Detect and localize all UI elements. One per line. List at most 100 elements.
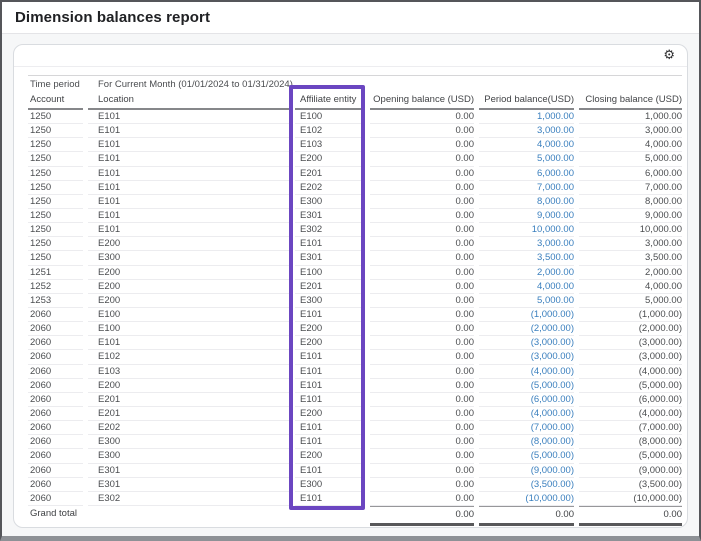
- column-header-account: Account: [28, 92, 83, 110]
- column-header-period-balance: Period balance(USD): [479, 92, 574, 110]
- account-cell: 1251: [28, 266, 83, 280]
- period-balance-link[interactable]: (8,000.00): [479, 435, 574, 449]
- account-cell: 2060: [28, 365, 83, 379]
- account-cell: 1250: [28, 223, 83, 237]
- affiliate-entity-cell: E200: [295, 449, 365, 463]
- affiliate-entity-cell: E200: [295, 407, 365, 421]
- opening-balance-cell: 0.00: [370, 124, 474, 138]
- table-row: 1250 E101 E301 0.00 9,000.00 9,000.00: [28, 209, 682, 223]
- gear-icon[interactable]: ⚙: [663, 47, 675, 63]
- opening-balance-cell: 0.00: [370, 393, 474, 407]
- opening-balance-cell: 0.00: [370, 181, 474, 195]
- table-row: 2060 E102 E101 0.00 (3,000.00) (3,000.00…: [28, 350, 682, 364]
- closing-balance-cell: (8,000.00): [579, 435, 682, 449]
- closing-balance-cell: 4,000.00: [579, 138, 682, 152]
- period-balance-link[interactable]: 5,000.00: [479, 294, 574, 308]
- period-balance-link[interactable]: 8,000.00: [479, 195, 574, 209]
- period-balance-link[interactable]: 3,000.00: [479, 124, 574, 138]
- period-balance-link[interactable]: 3,000.00: [479, 237, 574, 251]
- closing-balance-cell: 1,000.00: [579, 110, 682, 124]
- period-balance-link[interactable]: (3,000.00): [479, 350, 574, 364]
- closing-balance-cell: 8,000.00: [579, 195, 682, 209]
- account-cell: 1250: [28, 237, 83, 251]
- affiliate-entity-cell: E100: [295, 110, 365, 124]
- period-balance-link[interactable]: 7,000.00: [479, 181, 574, 195]
- location-cell: E101: [88, 336, 290, 350]
- affiliate-entity-cell: E201: [295, 167, 365, 181]
- account-cell: 2060: [28, 478, 83, 492]
- period-balance-link[interactable]: 3,500.00: [479, 251, 574, 265]
- period-balance-link[interactable]: (7,000.00): [479, 421, 574, 435]
- location-cell: E100: [88, 322, 290, 336]
- closing-balance-cell: (4,000.00): [579, 407, 682, 421]
- location-cell: E301: [88, 464, 290, 478]
- location-cell: E101: [88, 209, 290, 223]
- affiliate-entity-cell: E101: [295, 350, 365, 364]
- period-balance-link[interactable]: 6,000.00: [479, 167, 574, 181]
- account-cell: 2060: [28, 308, 83, 322]
- report-card: ⚙ Time period For Current Month (01/01/2…: [13, 44, 688, 528]
- period-balance-link[interactable]: (1,000.00): [479, 308, 574, 322]
- period-balance-link[interactable]: (5,000.00): [479, 449, 574, 463]
- location-cell: E200: [88, 280, 290, 294]
- opening-balance-cell: 0.00: [370, 195, 474, 209]
- affiliate-entity-cell: E101: [295, 393, 365, 407]
- period-balance-link[interactable]: (5,000.00): [479, 379, 574, 393]
- opening-balance-cell: 0.00: [370, 449, 474, 463]
- period-balance-link[interactable]: 1,000.00: [479, 110, 574, 124]
- account-cell: 1250: [28, 138, 83, 152]
- affiliate-entity-cell: E101: [295, 308, 365, 322]
- period-balance-link[interactable]: 4,000.00: [479, 280, 574, 294]
- table-row: 2060 E202 E101 0.00 (7,000.00) (7,000.00…: [28, 421, 682, 435]
- column-header-closing-balance: Closing balance (USD): [579, 92, 682, 110]
- closing-balance-cell: 2,000.00: [579, 266, 682, 280]
- opening-balance-cell: 0.00: [370, 350, 474, 364]
- location-cell: E100: [88, 308, 290, 322]
- account-cell: 2060: [28, 449, 83, 463]
- period-balance-link[interactable]: 4,000.00: [479, 138, 574, 152]
- period-balance-link[interactable]: (4,000.00): [479, 365, 574, 379]
- period-balance-link[interactable]: 5,000.00: [479, 152, 574, 166]
- affiliate-entity-cell: E202: [295, 181, 365, 195]
- closing-balance-cell: 3,000.00: [579, 237, 682, 251]
- closing-balance-cell: (3,000.00): [579, 350, 682, 364]
- location-cell: E202: [88, 421, 290, 435]
- account-cell: 1250: [28, 209, 83, 223]
- period-balance-link[interactable]: 9,000.00: [479, 209, 574, 223]
- affiliate-entity-cell: E100: [295, 266, 365, 280]
- account-cell: 2060: [28, 435, 83, 449]
- opening-balance-cell: 0.00: [370, 138, 474, 152]
- period-balance-link[interactable]: (10,000.00): [479, 492, 574, 506]
- grand-total-opening: 0.00: [370, 506, 474, 526]
- account-cell: 2060: [28, 336, 83, 350]
- table-row: 2060 E301 E101 0.00 (9,000.00) (9,000.00…: [28, 464, 682, 478]
- opening-balance-cell: 0.00: [370, 478, 474, 492]
- opening-balance-cell: 0.00: [370, 280, 474, 294]
- account-cell: 2060: [28, 492, 83, 506]
- period-balance-link[interactable]: (2,000.00): [479, 322, 574, 336]
- period-balance-link[interactable]: 10,000.00: [479, 223, 574, 237]
- period-balance-link[interactable]: (4,000.00): [479, 407, 574, 421]
- closing-balance-cell: (3,500.00): [579, 478, 682, 492]
- period-balance-link[interactable]: (9,000.00): [479, 464, 574, 478]
- location-cell: E101: [88, 195, 290, 209]
- opening-balance-cell: 0.00: [370, 492, 474, 506]
- table-row: 1250 E200 E101 0.00 3,000.00 3,000.00: [28, 237, 682, 251]
- location-cell: E101: [88, 110, 290, 124]
- period-balance-link[interactable]: (3,500.00): [479, 478, 574, 492]
- table-row: 2060 E302 E101 0.00 (10,000.00) (10,000.…: [28, 492, 682, 506]
- period-balance-link[interactable]: (3,000.00): [479, 336, 574, 350]
- table-row: 1250 E101 E202 0.00 7,000.00 7,000.00: [28, 181, 682, 195]
- affiliate-entity-cell: E301: [295, 209, 365, 223]
- closing-balance-cell: 3,000.00: [579, 124, 682, 138]
- period-balance-link[interactable]: 2,000.00: [479, 266, 574, 280]
- page-title: Dimension balances report: [15, 2, 210, 33]
- period-balance-link[interactable]: (6,000.00): [479, 393, 574, 407]
- account-cell: 1250: [28, 152, 83, 166]
- opening-balance-cell: 0.00: [370, 407, 474, 421]
- opening-balance-cell: 0.00: [370, 421, 474, 435]
- closing-balance-cell: 3,500.00: [579, 251, 682, 265]
- affiliate-entity-cell: E200: [295, 152, 365, 166]
- opening-balance-cell: 0.00: [370, 167, 474, 181]
- location-cell: E300: [88, 449, 290, 463]
